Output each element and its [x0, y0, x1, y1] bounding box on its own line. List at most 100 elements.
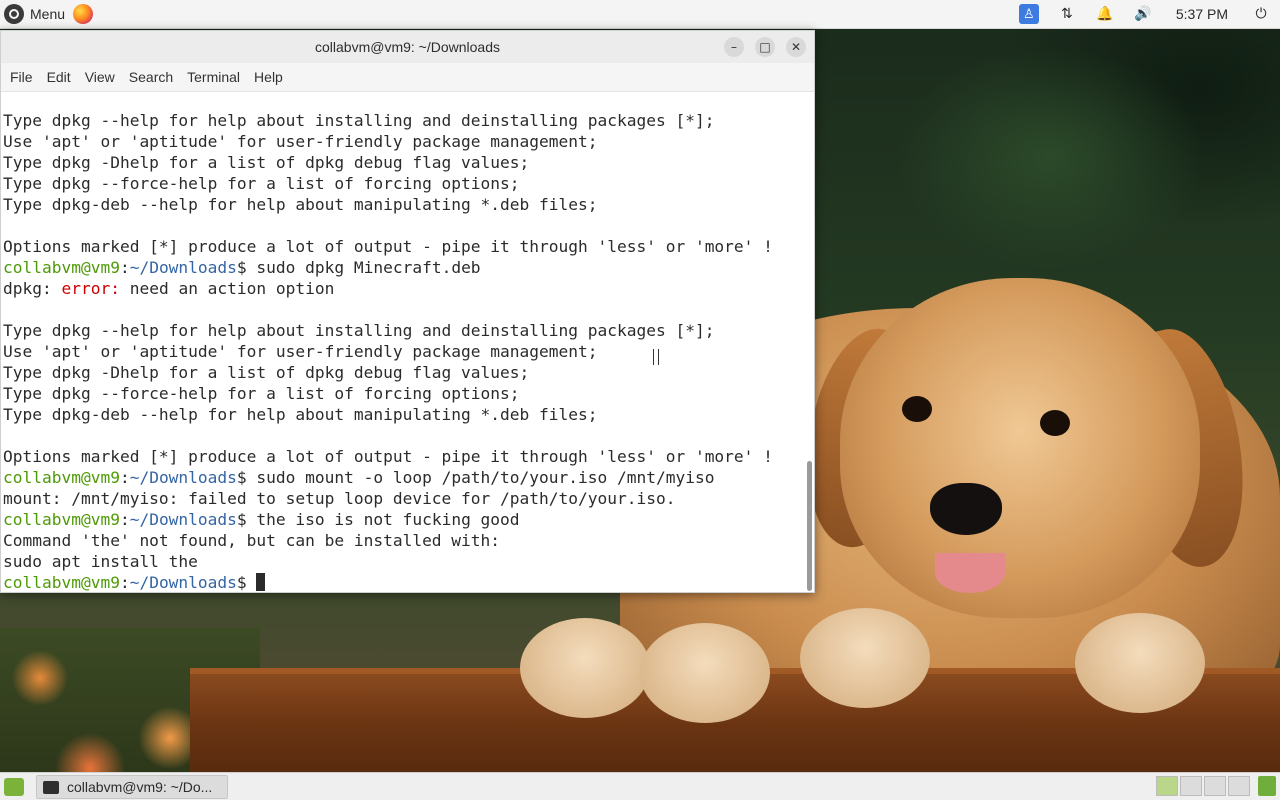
menu-terminal[interactable]: Terminal [182, 69, 245, 85]
trash-icon[interactable] [1258, 776, 1276, 796]
terminal-line: Type dpkg --help for help about installi… [3, 320, 773, 341]
workspace-1[interactable] [1156, 776, 1178, 796]
menu-help[interactable]: Help [249, 69, 288, 85]
maximize-icon: □ [759, 40, 771, 54]
window-title: collabvm@vm9: ~/Downloads [314, 39, 500, 55]
output-text: Type dpkg -Dhelp for a list of dpkg debu… [3, 153, 530, 172]
wallpaper-dog-paw [640, 623, 770, 723]
minimize-icon: – [731, 40, 737, 54]
prompt-separator: : [119, 468, 130, 487]
prompt-user: collabvm@vm9 [3, 573, 120, 592]
network-icon[interactable]: ⇅ [1048, 0, 1086, 28]
terminal-scrollbar[interactable] [807, 461, 812, 591]
output-text: Type dpkg-deb --help for help about mani… [3, 405, 598, 424]
show-desktop-button[interactable] [4, 778, 24, 796]
prompt-symbol: $ [236, 258, 247, 277]
wallpaper-dog-head [840, 278, 1200, 618]
accessibility-button[interactable]: ♙ [1010, 0, 1048, 28]
workspace-4[interactable] [1228, 776, 1250, 796]
firefox-launcher-icon[interactable] [73, 4, 94, 24]
prompt-path: ~/Downloads [129, 510, 237, 529]
terminal-output[interactable]: Type dpkg --help for help about installi… [1, 92, 805, 592]
notifications-bell-icon[interactable]: 🔔 [1086, 0, 1124, 28]
accessibility-icon: ♙ [1018, 4, 1039, 24]
prompt-separator: : [119, 573, 130, 592]
terminal-line: sudo apt install the [3, 551, 773, 572]
wallpaper-dog-paw [520, 618, 650, 718]
output-text: Type dpkg-deb --help for help about mani… [3, 195, 598, 214]
terminal-block-cursor [256, 573, 266, 591]
prompt-user: collabvm@vm9 [3, 510, 120, 529]
wallpaper-dog-paw [800, 608, 930, 708]
clock[interactable]: 5:37 PM [1162, 6, 1242, 22]
output-text: need an action option [119, 279, 335, 298]
command-text: the iso is not fucking good [256, 510, 520, 529]
prompt-separator: : [119, 510, 130, 529]
output-prefix: dpkg: [3, 279, 62, 298]
terminal-line: Type dpkg-deb --help for help about mani… [3, 404, 773, 425]
output-text: Type dpkg --help for help about installi… [3, 111, 715, 130]
terminal-line: Type dpkg --force-help for a list of for… [3, 173, 773, 194]
maximize-button[interactable]: □ [755, 37, 775, 57]
workspace-switcher [1156, 776, 1250, 796]
prompt-path: ~/Downloads [129, 573, 237, 592]
terminal-line: Type dpkg -Dhelp for a list of dpkg debu… [3, 362, 773, 383]
close-icon: ✕ [790, 40, 802, 54]
terminal-menubar: File Edit View Search Terminal Help [1, 63, 814, 92]
terminal-line: Type dpkg --force-help for a list of for… [3, 383, 773, 404]
output-text: Use 'apt' or 'aptitude' for user-friendl… [3, 342, 598, 361]
menu-view[interactable]: View [80, 69, 120, 85]
power-icon[interactable]: ⏻ [1242, 0, 1280, 28]
text-cursor-ibeam-icon [653, 349, 659, 365]
minimize-button[interactable]: – [724, 37, 744, 57]
bottom-taskbar: collabvm@vm9: ~/Do... [0, 772, 1280, 800]
prompt-path: ~/Downloads [129, 258, 237, 277]
error-label: error: [61, 279, 120, 298]
terminal-line: Use 'apt' or 'aptitude' for user-friendl… [3, 131, 773, 152]
menu-search[interactable]: Search [124, 69, 178, 85]
command-text: sudo mount -o loop /path/to/your.iso /mn… [256, 468, 715, 487]
output-text: Use 'apt' or 'aptitude' for user-friendl… [3, 132, 598, 151]
output-text: Type dpkg -Dhelp for a list of dpkg debu… [3, 363, 530, 382]
wallpaper-dog-eye-right [1040, 410, 1070, 436]
prompt-user: collabvm@vm9 [3, 258, 120, 277]
terminal-line: Options marked [*] produce a lot of outp… [3, 236, 773, 257]
system-tray: ♙ ⇅ 🔔 🔊 5:37 PM ⏻ [1010, 0, 1280, 28]
output-text: mount: /mnt/myiso: failed to setup loop … [3, 489, 676, 508]
command-text: sudo dpkg Minecraft.deb [256, 258, 481, 277]
prompt-symbol: $ [236, 468, 247, 487]
wallpaper-dog-mouth [935, 553, 1005, 593]
terminal-line: dpkg: error: need an action option [3, 278, 773, 299]
taskbar-terminal-button[interactable]: collabvm@vm9: ~/Do... [36, 775, 228, 799]
taskbar-terminal-label: collabvm@vm9: ~/Do... [67, 779, 213, 795]
menu-edit[interactable]: Edit [42, 69, 76, 85]
terminal-line: collabvm@vm9:~/Downloads$ sudo mount -o … [3, 467, 773, 488]
terminal-line: collabvm@vm9:~/Downloads$ the iso is not… [3, 509, 773, 530]
prompt-symbol: $ [236, 573, 247, 592]
terminal-window: collabvm@vm9: ~/Downloads – □ ✕ File Edi… [0, 30, 815, 593]
prompt-path: ~/Downloads [129, 468, 237, 487]
wallpaper-dog-paw [1075, 613, 1205, 713]
menu-file[interactable]: File [5, 69, 38, 85]
main-menu-button[interactable]: Menu [0, 0, 65, 28]
terminal-line: mount: /mnt/myiso: failed to setup loop … [3, 488, 773, 509]
output-text: Type dpkg --help for help about installi… [3, 321, 715, 340]
window-titlebar[interactable]: collabvm@vm9: ~/Downloads – □ ✕ [1, 31, 814, 63]
terminal-line: Type dpkg -Dhelp for a list of dpkg debu… [3, 152, 773, 173]
top-panel: Menu ♙ ⇅ 🔔 🔊 5:37 PM ⏻ [0, 0, 1280, 29]
terminal-line: Type dpkg-deb --help for help about mani… [3, 194, 773, 215]
workspace-2[interactable] [1180, 776, 1202, 796]
output-text: Command 'the' not found, but can be inst… [3, 531, 501, 550]
terminal-icon [43, 780, 59, 794]
wallpaper-dog-nose [930, 483, 1002, 535]
volume-icon[interactable]: 🔊 [1124, 0, 1162, 28]
terminal-line: collabvm@vm9:~/Downloads$ sudo dpkg Mine… [3, 257, 773, 278]
output-text: Options marked [*] produce a lot of outp… [3, 237, 773, 256]
output-text: Options marked [*] produce a lot of outp… [3, 447, 773, 466]
close-button[interactable]: ✕ [786, 37, 806, 57]
output-text: Type dpkg --force-help for a list of for… [3, 384, 520, 403]
output-text: Type dpkg --force-help for a list of for… [3, 174, 520, 193]
workspace-3[interactable] [1204, 776, 1226, 796]
